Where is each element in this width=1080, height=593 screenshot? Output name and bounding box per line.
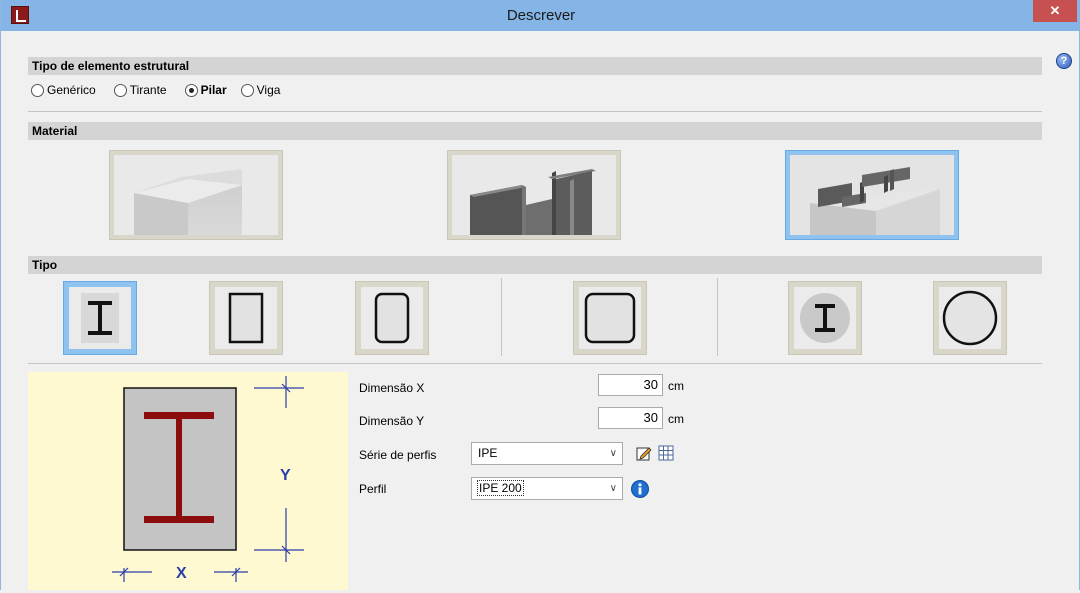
radio-generico[interactable]: Genérico	[31, 83, 96, 97]
edit-pencil-icon[interactable]	[636, 445, 652, 461]
section-tipo: Tipo	[28, 256, 1042, 274]
radio-generico-circle[interactable]	[31, 83, 44, 97]
mixed-profile-image	[790, 155, 954, 235]
rounded-square-section-icon	[579, 287, 641, 349]
type-i-section-option[interactable]	[63, 281, 137, 355]
type-rectangular-rounded-option[interactable]	[355, 281, 429, 355]
type-separator	[717, 278, 718, 356]
type-circular-option[interactable]	[933, 281, 1007, 355]
type-square-rounded-option[interactable]	[573, 281, 647, 355]
circular-i-section-icon	[794, 287, 856, 349]
preview-y-label: Y	[280, 467, 291, 484]
radio-tirante-label[interactable]: Tirante	[130, 83, 167, 97]
perfil-select[interactable]: IPE 200 ∨	[471, 477, 623, 500]
descrever-dialog: Descrever ✕ ? Tipo de elemento estrutura…	[0, 0, 1080, 590]
element-type-radios: Genérico Tirante Pilar Viga	[31, 81, 298, 99]
dim-y-input[interactable]: 30	[598, 407, 663, 429]
rounded-rectangle-section-icon	[361, 287, 423, 349]
section-preview: Y X	[28, 372, 348, 590]
serie-perfis-value: IPE	[478, 446, 498, 460]
concrete-block-image	[114, 155, 278, 235]
radio-pilar-circle[interactable]	[184, 83, 198, 97]
table-grid-icon[interactable]	[658, 445, 674, 461]
type-rectangular-option[interactable]	[209, 281, 283, 355]
help-icon[interactable]: ?	[1056, 53, 1072, 69]
info-icon[interactable]	[631, 480, 649, 498]
material-steel-option[interactable]	[447, 150, 621, 240]
radio-viga-circle[interactable]	[240, 83, 254, 97]
i-section-icon	[69, 287, 131, 349]
type-separator	[501, 278, 502, 356]
serie-perfis-select[interactable]: IPE ∨	[471, 442, 623, 465]
preview-x-label: X	[176, 565, 187, 582]
window-title: Descrever	[506, 7, 576, 24]
type-circular-i-option[interactable]	[788, 281, 862, 355]
divider	[28, 363, 1042, 364]
section-tipo-elemento: Tipo de elemento estrutural	[28, 57, 1042, 75]
dim-x-label: Dimensão X	[359, 381, 425, 395]
divider	[28, 111, 1042, 112]
serie-perfis-label: Série de perfis	[359, 448, 437, 462]
radio-viga-label[interactable]: Viga	[257, 83, 281, 97]
radio-pilar-label[interactable]: Pilar	[201, 83, 227, 97]
radio-generico-label[interactable]: Genérico	[47, 83, 96, 97]
radio-tirante-circle[interactable]	[113, 83, 127, 97]
radio-tirante[interactable]: Tirante	[113, 83, 167, 97]
section-material: Material	[28, 122, 1042, 140]
chevron-down-icon[interactable]: ∨	[610, 443, 617, 464]
steel-profile-image	[452, 155, 616, 235]
circular-section-icon	[939, 287, 1001, 349]
radio-pilar[interactable]: Pilar	[184, 83, 227, 97]
dim-y-unit: cm	[668, 412, 684, 426]
dim-x-unit: cm	[668, 379, 684, 393]
title-bar: Descrever ✕	[1, 0, 1080, 31]
material-concrete-option[interactable]	[109, 150, 283, 240]
rectangular-section-icon	[215, 287, 277, 349]
material-mixed-option[interactable]	[785, 150, 959, 240]
radio-viga[interactable]: Viga	[240, 83, 281, 97]
dim-x-input[interactable]: 30	[598, 374, 663, 396]
chevron-down-icon[interactable]: ∨	[610, 478, 617, 499]
perfil-label: Perfil	[359, 482, 387, 496]
perfil-value: IPE 200	[477, 480, 524, 496]
dim-y-label: Dimensão Y	[359, 414, 425, 428]
close-button[interactable]: ✕	[1033, 0, 1077, 22]
